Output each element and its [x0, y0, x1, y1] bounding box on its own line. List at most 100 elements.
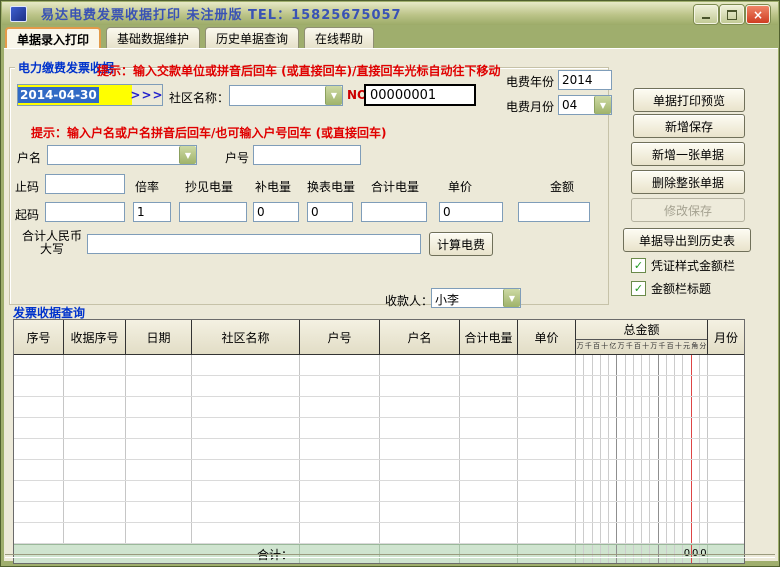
chevron-down-icon[interactable]: ▼	[594, 96, 611, 114]
swap-input[interactable]	[307, 202, 353, 222]
digit-header: 元	[682, 340, 690, 353]
rmb-words-label-line1: 合计人民币	[22, 229, 82, 243]
digit-header: 亿	[609, 340, 617, 353]
table-row[interactable]	[14, 355, 744, 376]
new-receipt-button[interactable]: 新增一张单据	[631, 142, 745, 166]
table-row[interactable]	[14, 397, 744, 418]
add-save-button[interactable]: 新增保存	[633, 114, 745, 138]
digit-header: 分	[699, 340, 707, 353]
digit-header: 万	[650, 340, 658, 353]
rate-input[interactable]	[133, 202, 171, 222]
digit-header: 十	[642, 340, 650, 353]
window-title: 易达电费发票收据打印 未注册版 TEL：15825675057	[41, 4, 402, 23]
voucher-style-checkbox-row[interactable]: ✓ 凭证样式金额栏	[631, 257, 735, 274]
table-row[interactable]	[14, 418, 744, 439]
col-header-account-name: 户名	[380, 320, 460, 354]
receipt-no-input[interactable]	[364, 84, 476, 106]
amount-title-checkbox-label: 金额栏标题	[651, 280, 711, 297]
account-name-value	[48, 146, 179, 164]
account-no-input[interactable]	[253, 145, 361, 165]
makeup-header: 补电量	[255, 178, 291, 195]
year-input[interactable]	[558, 70, 612, 90]
sum-header: 合计电量	[371, 178, 419, 195]
account-no-label: 户号	[225, 149, 249, 166]
digit-header: 百	[592, 340, 600, 353]
payee-combo[interactable]: 小李 ▼	[431, 288, 521, 308]
bottom-divider	[5, 554, 775, 558]
month-combo[interactable]: 04 ▼	[558, 95, 612, 115]
read-input[interactable]	[179, 202, 247, 222]
community-label: 社区名称：	[169, 89, 229, 106]
price-input[interactable]	[439, 202, 503, 222]
year-label: 电费年份	[506, 73, 554, 90]
app-window: 易达电费发票收据打印 未注册版 TEL：15825675057 × 单据录入打印…	[0, 0, 780, 567]
chevron-down-icon[interactable]: ▼	[325, 86, 342, 105]
receipt-table: 序号 收据序号 日期 社区名称 户号 户名 合计电量 单价 总金额 万千百十亿万…	[13, 319, 745, 564]
tab-entry-print[interactable]: 单据录入打印	[5, 27, 101, 49]
minimize-button[interactable]	[694, 5, 718, 24]
voucher-style-checkbox-label: 凭证样式金额栏	[651, 257, 735, 274]
table-row[interactable]	[14, 523, 744, 544]
print-preview-button[interactable]: 单据打印预览	[633, 88, 745, 112]
amount-header: 金额	[550, 178, 574, 195]
maximize-button[interactable]	[720, 5, 744, 24]
month-label: 电费月份	[506, 98, 554, 115]
amount-title-checkbox-row[interactable]: ✓ 金额栏标题	[631, 280, 711, 297]
table-row[interactable]	[14, 439, 744, 460]
tab-base-data[interactable]: 基础数据维护	[106, 27, 200, 48]
digit-header: 千	[584, 340, 592, 353]
col-header-total-power: 合计电量	[460, 320, 518, 354]
hint-account: 提示：输入户名或户名拼音后回车/也可输入户号回车 (或直接回车)	[31, 124, 387, 141]
amount-input[interactable]	[518, 202, 590, 222]
chevron-down-icon[interactable]: ▼	[503, 289, 520, 307]
col-header-account-no: 户号	[300, 320, 380, 354]
col-header-date: 日期	[126, 320, 192, 354]
checkbox-icon[interactable]: ✓	[631, 258, 646, 273]
chevron-down-icon[interactable]: ▼	[179, 146, 196, 164]
col-header-receipt-no: 收据序号	[64, 320, 126, 354]
community-value	[230, 86, 325, 105]
price-header: 单价	[448, 178, 472, 195]
close-icon: ×	[753, 9, 763, 21]
digit-header: 百	[633, 340, 641, 353]
stop-code-input[interactable]	[45, 174, 125, 194]
calc-fee-button[interactable]: 计算电费	[429, 232, 493, 256]
col-header-total-amount: 总金额 万千百十亿万千百十万千百十元角分	[576, 320, 708, 354]
rate-header: 倍率	[135, 178, 159, 195]
close-button[interactable]: ×	[746, 5, 770, 24]
community-combo[interactable]: ▼	[229, 85, 343, 106]
start-code-label: 起码	[15, 206, 39, 223]
date-field[interactable]: 2014-04-30 >>>	[17, 84, 163, 106]
sum-input[interactable]	[361, 202, 427, 222]
makeup-input[interactable]	[253, 202, 299, 222]
col-header-unit-price: 单价	[518, 320, 576, 354]
rmb-words-label-line2: 大写	[40, 242, 64, 256]
maximize-icon	[727, 10, 737, 20]
table-row[interactable]	[14, 481, 744, 502]
start-code-input[interactable]	[45, 202, 125, 222]
digit-header: 十	[601, 340, 609, 353]
table-row[interactable]	[14, 460, 744, 481]
digit-header: 千	[658, 340, 666, 353]
digit-header: 百	[666, 340, 674, 353]
digit-header: 万	[576, 340, 584, 353]
table-body	[14, 355, 744, 544]
tab-online-help[interactable]: 在线帮助	[304, 27, 374, 48]
date-value: 2014-04-30	[18, 87, 99, 103]
account-name-combo[interactable]: ▼	[47, 145, 197, 165]
checkbox-icon[interactable]: ✓	[631, 281, 646, 296]
digit-header: 万	[617, 340, 625, 353]
month-value: 04	[559, 96, 594, 114]
read-header: 抄见电量	[185, 178, 233, 195]
table-row[interactable]	[14, 376, 744, 397]
rmb-words-input[interactable]	[87, 234, 421, 254]
delete-receipt-button[interactable]: 删除整张单据	[631, 170, 745, 194]
date-expand-button[interactable]: >>>	[132, 85, 162, 105]
amount-digit-headers: 万千百十亿万千百十万千百十元角分	[576, 339, 707, 353]
app-icon	[10, 6, 27, 22]
export-history-button[interactable]: 单据导出到历史表	[623, 228, 751, 252]
modify-save-button[interactable]: 修改保存	[631, 198, 745, 222]
tab-history-query[interactable]: 历史单据查询	[205, 27, 299, 48]
rmb-words-label: 合计人民币 大写	[19, 230, 85, 256]
table-row[interactable]	[14, 502, 744, 523]
